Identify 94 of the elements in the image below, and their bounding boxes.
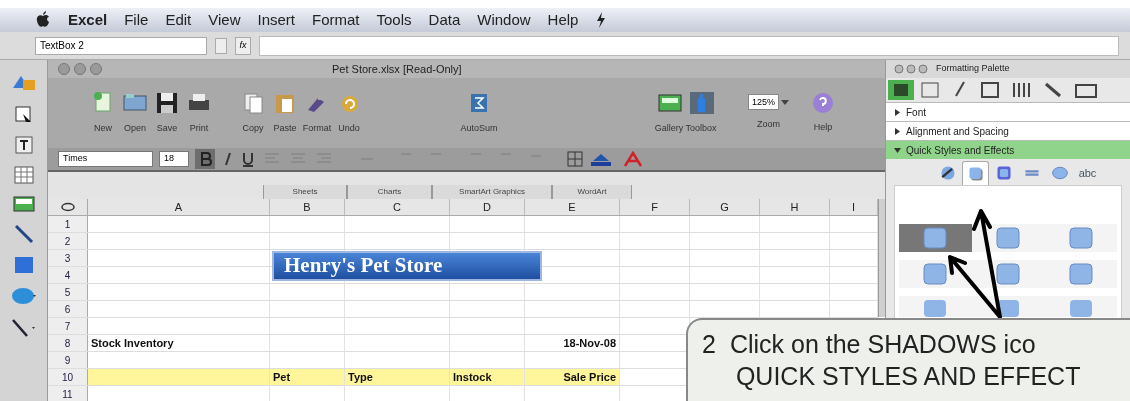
toolbar-button[interactable]: Gallery xyxy=(654,90,684,136)
menu-item[interactable]: Window xyxy=(477,8,531,32)
column-header[interactable]: D xyxy=(450,199,525,215)
column-header[interactable]: C xyxy=(345,199,450,215)
instruction-text: Click on the SHADOWS ico xyxy=(729,329,1037,360)
instruction-text: QUICK STYLES AND EFFECT xyxy=(734,361,1081,392)
help-button[interactable]: Help xyxy=(811,91,836,135)
menu-item[interactable]: Insert xyxy=(257,8,295,32)
column-header[interactable]: H xyxy=(760,199,830,215)
table-icon[interactable] xyxy=(13,166,34,184)
zoom-label: Zoom xyxy=(757,118,780,132)
row-header[interactable]: 11 xyxy=(48,386,88,401)
column-header[interactable]: A xyxy=(88,199,270,215)
line-tool-icon[interactable] xyxy=(10,318,37,338)
line-icon[interactable] xyxy=(13,224,34,244)
disclosure-triangle-icon[interactable] xyxy=(894,108,901,116)
row-header[interactable]: 3 xyxy=(48,250,88,266)
column-header[interactable]: B xyxy=(270,199,345,215)
row-header[interactable]: 2 xyxy=(48,233,88,249)
toolbar-button[interactable]: Copy xyxy=(238,90,268,136)
toolbar-button[interactable]: New xyxy=(88,90,118,136)
menu-item[interactable]: Edit xyxy=(165,8,192,32)
name-box[interactable]: TextBox 2 xyxy=(35,36,207,55)
function-button[interactable]: fx xyxy=(235,36,251,55)
rectangle-icon[interactable] xyxy=(13,256,34,274)
apple-icon[interactable] xyxy=(35,11,51,29)
table-cell: Type xyxy=(345,369,450,385)
row-header[interactable]: 6 xyxy=(48,301,88,317)
table-cell: Stock Inventory xyxy=(88,335,270,351)
toolbar-button[interactable]: Open xyxy=(120,90,150,136)
table-cell: Pet xyxy=(270,369,345,385)
menu-item[interactable]: View xyxy=(208,8,241,32)
section-header[interactable]: Font xyxy=(886,102,1130,121)
stepper-icon[interactable] xyxy=(215,37,227,54)
toolbar-button[interactable]: Undo xyxy=(334,90,364,136)
select-all-icon[interactable] xyxy=(59,202,76,212)
menu-item[interactable]: Excel xyxy=(68,8,108,32)
palette-title: Formatting Palette xyxy=(936,62,1010,76)
font-color-icon[interactable] xyxy=(621,151,645,167)
toolbox-icon[interactable] xyxy=(688,90,714,117)
close-button[interactable] xyxy=(58,63,70,75)
window-controls-icon[interactable] xyxy=(894,64,930,74)
section-header[interactable]: Quick Styles and Effects xyxy=(886,140,1130,159)
underline-icon[interactable] xyxy=(241,150,255,168)
window-title: Pet Store.xlsx [Read-Only] xyxy=(332,61,462,77)
column-header[interactable]: G xyxy=(690,199,760,215)
zoom-field[interactable]: 125% xyxy=(748,94,780,111)
ribbon-tab[interactable]: SmartArt Graphics xyxy=(432,185,552,199)
script-icon[interactable] xyxy=(595,12,608,28)
pointer-icon[interactable] xyxy=(14,106,33,124)
toolbar-button[interactable]: Toolbox xyxy=(686,90,716,136)
menu-item[interactable]: Data xyxy=(428,8,461,32)
disclosure-triangle-icon[interactable] xyxy=(894,127,901,135)
text-box-icon[interactable] xyxy=(14,136,33,154)
borders-icon[interactable] xyxy=(567,151,583,167)
text-box[interactable]: Henry's Pet Store xyxy=(272,251,542,281)
row-header[interactable]: 4 xyxy=(48,267,88,283)
style-preset[interactable] xyxy=(899,260,972,288)
size-field[interactable]: 18 xyxy=(159,151,189,167)
row-header[interactable]: 5 xyxy=(48,284,88,300)
ribbon-tab[interactable]: WordArt xyxy=(552,185,632,199)
toolbar-button[interactable]: Print xyxy=(184,90,214,136)
dropdown-icon[interactable] xyxy=(781,98,790,107)
toolbar-button[interactable]: Paste xyxy=(270,90,300,136)
menu-item[interactable]: File xyxy=(124,8,149,32)
table-cell: Sale Price xyxy=(525,369,620,385)
style-tab[interactable]: abc xyxy=(1074,161,1101,185)
row-header[interactable]: 10 xyxy=(48,369,88,385)
row-header[interactable]: 7 xyxy=(48,318,88,334)
ribbon-tab[interactable]: Charts xyxy=(347,185,432,199)
zoom-button[interactable] xyxy=(90,63,102,75)
menu-item[interactable]: Format xyxy=(312,8,360,32)
table-cell: Instock xyxy=(450,369,525,385)
table-cell: 18-Nov-08 xyxy=(525,335,620,351)
step-number: 2 xyxy=(702,329,716,360)
row-header[interactable]: 8 xyxy=(48,335,88,351)
toolbar-button[interactable]: Format xyxy=(302,90,332,136)
section-header[interactable]: Alignment and Spacing xyxy=(886,121,1130,140)
column-header[interactable]: F xyxy=(620,199,690,215)
ribbon-tab[interactable]: Sheets xyxy=(263,185,347,199)
bold-icon[interactable] xyxy=(195,149,215,169)
toolbar-button[interactable]: Save xyxy=(152,90,182,136)
menu-item[interactable]: Help xyxy=(547,8,579,32)
row-header[interactable]: 1 xyxy=(48,216,88,232)
callout-shape-icon[interactable] xyxy=(10,286,37,306)
menu-item[interactable]: Tools xyxy=(376,8,412,32)
image-icon[interactable] xyxy=(12,196,35,212)
font-field[interactable]: Times xyxy=(58,151,153,167)
help-icon[interactable] xyxy=(811,91,836,116)
disclosure-triangle-icon[interactable] xyxy=(894,146,901,154)
column-header[interactable]: E xyxy=(525,199,620,215)
row-header[interactable]: 9 xyxy=(48,352,88,368)
minimize-button[interactable] xyxy=(74,63,86,75)
style-preset[interactable] xyxy=(971,260,1045,288)
